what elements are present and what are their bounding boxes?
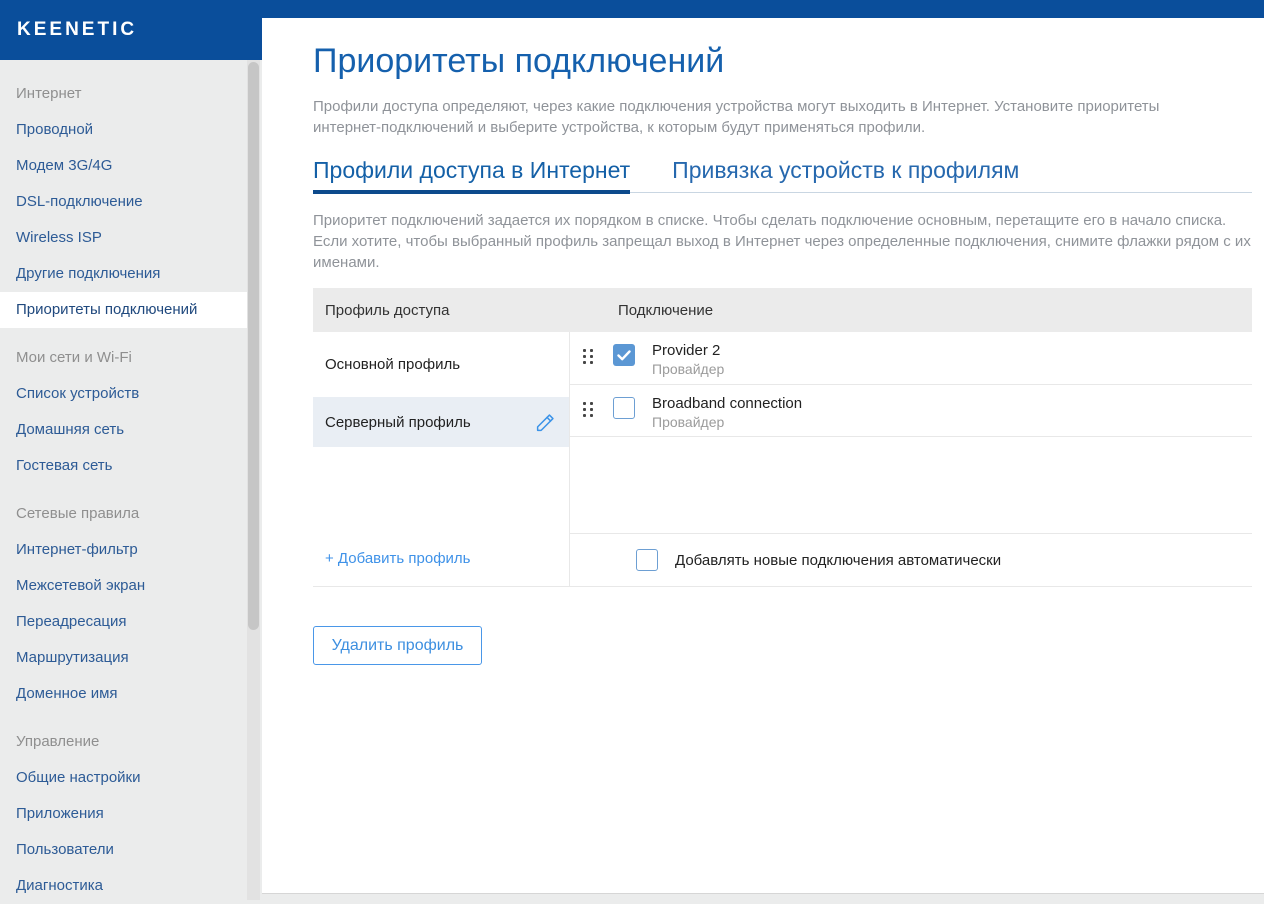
sidebar-item[interactable]: Модем 3G/4G bbox=[0, 148, 262, 184]
connection-type: Провайдер bbox=[652, 361, 725, 377]
profiles-table: Профиль доступа Подключение Основной про… bbox=[313, 288, 1252, 587]
keenetic-logo: KEENETIC bbox=[17, 19, 138, 40]
auto-add-row: Добавлять новые подключения автоматическ… bbox=[570, 534, 1252, 586]
drag-handle-icon[interactable] bbox=[583, 349, 593, 384]
connection-rows: Provider 2 Провайдер Broadband connection П… bbox=[570, 332, 1252, 437]
connection-checkbox[interactable] bbox=[613, 397, 635, 419]
sidebar-section-header: Сетевые правила bbox=[16, 505, 140, 522]
tab-bar: Профили доступа в Интернет Привязка устр… bbox=[313, 157, 1252, 194]
sidebar-section-header: Интернет bbox=[16, 85, 82, 102]
sidebar-item[interactable]: Домашняя сеть bbox=[0, 412, 262, 448]
sidebar-item[interactable]: Другие подключения bbox=[0, 256, 262, 292]
sidebar-item[interactable]: Доменное имя bbox=[0, 676, 262, 712]
connection-type: Провайдер bbox=[652, 414, 725, 430]
connection-checkbox[interactable] bbox=[613, 344, 635, 366]
connection-texts: Broadband connection Провайдер bbox=[652, 394, 802, 436]
table-header: Профиль доступа Подключение bbox=[313, 288, 1252, 332]
check-icon bbox=[617, 349, 631, 360]
page-title: Приоритеты подключений bbox=[313, 42, 725, 80]
sidebar: KEENETIC Интернет Проводной Модем 3G/4G DSL… bbox=[0, 0, 262, 900]
sidebar-item[interactable]: Переадресация bbox=[0, 604, 262, 640]
profile-rows: Основной профиль Серверный профиль bbox=[313, 332, 569, 447]
sidebar-section-header: Управление bbox=[16, 733, 100, 750]
profile-name: Серверный профиль bbox=[325, 413, 471, 431]
sidebar-item[interactable]: Приложения bbox=[0, 796, 262, 832]
sidebar-item[interactable]: Маршрутизация bbox=[0, 640, 262, 676]
auto-add-checkbox[interactable] bbox=[636, 549, 658, 572]
profile-row[interactable]: Основной профиль bbox=[313, 332, 569, 397]
connection-name: Provider 2 bbox=[652, 342, 721, 359]
sidebar-section-header: Мои сети и Wi-Fi bbox=[16, 349, 132, 366]
sidebar-item[interactable]: Межсетевой экран bbox=[0, 568, 262, 604]
sidebar-scrollbar-track[interactable] bbox=[247, 60, 260, 900]
table-body: Основной профиль Серверный профиль + Доба… bbox=[313, 332, 1252, 587]
sidebar-item[interactable]: Диагностика bbox=[0, 868, 262, 904]
tab-access-profiles[interactable]: Профили доступа в Интернет bbox=[313, 157, 631, 194]
sidebar-header: KEENETIC bbox=[0, 0, 262, 60]
tab-device-binding[interactable]: Привязка устройств к профилям bbox=[672, 157, 1019, 192]
sidebar-item[interactable]: Пользователи bbox=[0, 832, 262, 868]
main-content: Приоритеты подключений Профили доступа о… bbox=[262, 18, 1264, 893]
sidebar-item[interactable]: Интернет-фильтр bbox=[0, 532, 262, 568]
sidebar-item[interactable]: Проводной bbox=[0, 112, 262, 148]
profiles-column: Основной профиль Серверный профиль + Доба… bbox=[313, 332, 570, 586]
sidebar-item[interactable]: DSL-подключение bbox=[0, 184, 262, 220]
profile-row-selected[interactable]: Серверный профиль bbox=[313, 397, 569, 447]
sidebar-item[interactable]: Гостевая сеть bbox=[0, 448, 262, 484]
connection-row: Provider 2 Провайдер bbox=[570, 332, 1252, 385]
sidebar-scrollbar-thumb[interactable] bbox=[248, 62, 259, 630]
page-intro: Профили доступа определяют, через какие … bbox=[313, 98, 1160, 136]
sidebar-nav: Интернет Проводной Модем 3G/4G DSL-подключе… bbox=[0, 60, 262, 904]
sidebar-item[interactable]: Общие настройки bbox=[0, 760, 262, 796]
sidebar-item[interactable]: Wireless ISP bbox=[0, 220, 262, 256]
edit-profile-icon[interactable] bbox=[535, 412, 556, 433]
column-header-connection: Подключение bbox=[618, 301, 714, 319]
drag-handle-icon[interactable] bbox=[583, 402, 593, 436]
column-header-profile: Профиль доступа bbox=[325, 301, 450, 319]
connection-name: Broadband connection bbox=[652, 395, 803, 412]
connections-empty-space bbox=[570, 437, 1252, 535]
connection-row: Broadband connection Провайдер bbox=[570, 385, 1252, 437]
sidebar-item-active[interactable]: Приоритеты подключений bbox=[0, 292, 247, 328]
connection-texts: Provider 2 Провайдер bbox=[652, 341, 724, 384]
tab-description: Приоритет подключений задается их порядк… bbox=[313, 212, 1251, 271]
add-profile-link[interactable]: + Добавить профиль bbox=[313, 550, 569, 586]
profile-name: Основной профиль bbox=[325, 356, 461, 373]
auto-add-label: Добавлять новые подключения автоматическ… bbox=[675, 551, 1002, 569]
connections-column: Provider 2 Провайдер Broadband connection П… bbox=[570, 332, 1252, 586]
delete-profile-button[interactable]: Удалить профиль bbox=[313, 626, 482, 665]
sidebar-item[interactable]: Список устройств bbox=[0, 376, 262, 412]
